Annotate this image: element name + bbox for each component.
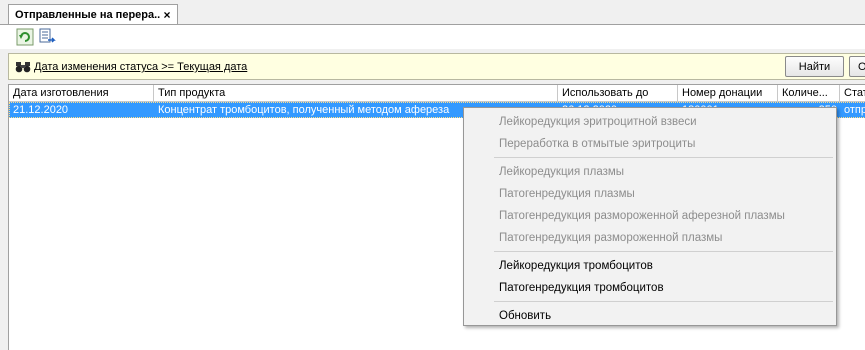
menu-item-leukoreduction-platelets[interactable]: Лейкоредукция тромбоцитов xyxy=(499,256,653,276)
cell-date: 21.12.2020 xyxy=(13,104,69,116)
table-header: Дата изготовления Тип продукта Использов… xyxy=(9,85,865,102)
tab-sent-for-processing[interactable]: Отправленные на перера... × xyxy=(8,4,178,24)
column-header-status[interactable]: Стат xyxy=(840,85,865,101)
menu-separator xyxy=(494,251,833,252)
column-header-quantity[interactable]: Количе... xyxy=(778,85,840,101)
column-header-date[interactable]: Дата изготовления xyxy=(9,85,154,101)
column-header-product-type[interactable]: Тип продукта xyxy=(154,85,558,101)
close-icon[interactable]: × xyxy=(161,8,173,22)
menu-item-pathogen-reduction-platelets[interactable]: Патогенредукция тромбоцитов xyxy=(499,278,664,298)
menu-item-washed-rbc[interactable]: Переработка в отмытые эритроциты xyxy=(499,134,695,154)
menu-separator xyxy=(494,157,833,158)
tab-title: Отправленные на перера... xyxy=(15,8,161,21)
find-button[interactable]: Найти xyxy=(785,56,844,77)
menu-item-pathogen-reduction-thawed-plasma[interactable]: Патогенредукция размороженной плазмы xyxy=(499,228,722,248)
binoculars-icon xyxy=(15,62,31,73)
column-header-donation-number[interactable]: Номер донации xyxy=(678,85,778,101)
menu-item-refresh[interactable]: Обновить xyxy=(499,306,551,326)
filter-condition-link[interactable]: Дата изменения статуса >= Текущая дата xyxy=(34,61,247,73)
menu-separator xyxy=(494,301,833,302)
menu-item-pathogen-reduction-thawed-apheresis-plasma[interactable]: Патогенредукция размороженной аферезной … xyxy=(499,206,785,226)
column-header-use-until[interactable]: Использовать до xyxy=(558,85,678,101)
cell-status: отпр xyxy=(844,104,865,116)
tab-strip: Отправленные на перера... × xyxy=(0,0,865,25)
export-icon[interactable] xyxy=(38,28,56,46)
refresh-icon[interactable] xyxy=(16,28,34,46)
menu-item-pathogen-reduction-plasma[interactable]: Патогенредукция плазмы xyxy=(499,184,635,204)
toolbar xyxy=(0,25,865,49)
menu-item-leukoreduction-rbc[interactable]: Лейкоредукция эритроцитной взвеси xyxy=(499,112,697,132)
context-menu: Лейкоредукция эритроцитной взвеси Перера… xyxy=(463,107,837,326)
menu-item-leukoreduction-plasma[interactable]: Лейкоредукция плазмы xyxy=(499,162,624,182)
clear-button[interactable]: О xyxy=(849,56,865,77)
filter-bar: Дата изменения статуса >= Текущая дата Н… xyxy=(8,53,865,80)
